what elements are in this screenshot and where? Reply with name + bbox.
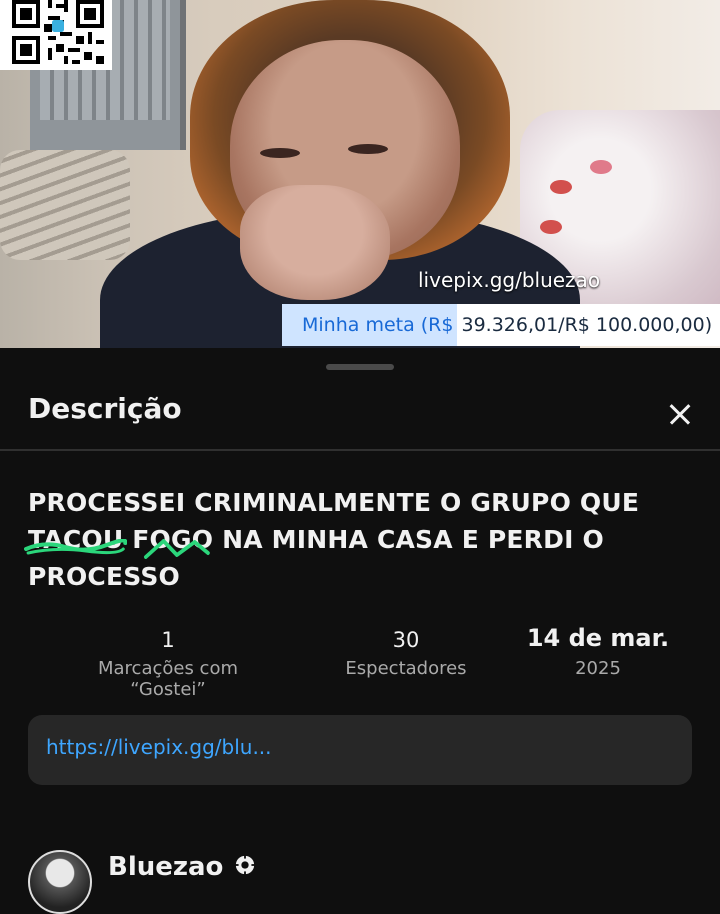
likes-label: Marcações com “Gostei” bbox=[97, 658, 239, 700]
donation-goal-bar: Minha meta (R$ 39.326,01/R$ 100.000,00) bbox=[282, 304, 720, 346]
date-value: 14 de mar. bbox=[526, 624, 670, 652]
struck-word-tacou: TACOU bbox=[24, 525, 128, 555]
description-sheet: Descrição PROCESSEI CRIMINALMENTE O GRUP… bbox=[0, 350, 720, 914]
date-year: 2025 bbox=[575, 658, 621, 679]
description-link[interactable]: https://livepix.gg/blu... bbox=[28, 715, 692, 785]
link-text[interactable]: https://livepix.gg/blu... bbox=[46, 735, 272, 759]
likes-stat: 1 Marcações com “Gostei” bbox=[58, 628, 278, 700]
goal-label: Minha meta (R$ bbox=[282, 304, 458, 346]
streamer-hand bbox=[240, 185, 390, 300]
views-count: 30 bbox=[392, 628, 420, 652]
background-pillow bbox=[0, 150, 130, 260]
struck-word-fogo: FOGO bbox=[132, 525, 213, 559]
livepix-watermark: livepix.gg/bluezao bbox=[418, 268, 601, 292]
channel-row[interactable]: Bluezao bbox=[28, 850, 708, 914]
channel-name[interactable]: Bluezao bbox=[108, 852, 223, 882]
goal-values: 39.326,01/R$ 100.000,00) bbox=[457, 304, 720, 346]
avatar[interactable] bbox=[28, 850, 92, 914]
verified-icon bbox=[234, 854, 256, 876]
close-icon[interactable] bbox=[656, 390, 704, 438]
video-stats: 1 Marcações com “Gostei” 30 Espectadores… bbox=[28, 624, 692, 700]
views-stat: 30 Espectadores bbox=[316, 628, 496, 679]
views-label: Espectadores bbox=[345, 658, 467, 679]
divider bbox=[0, 449, 720, 451]
video-title: PROCESSEI CRIMINALMENTE O GRUPO QUE TACO… bbox=[24, 484, 668, 595]
drag-handle[interactable] bbox=[326, 364, 394, 370]
scribble-mark bbox=[144, 539, 211, 559]
qr-code-icon bbox=[0, 0, 112, 70]
date-stat: 14 de mar. 2025 bbox=[508, 624, 688, 679]
sheet-title: Descrição bbox=[28, 392, 182, 425]
title-line-1: PROCESSEI CRIMINALMENTE O GRUPO QUE bbox=[28, 488, 640, 517]
video-player[interactable]: livepix.gg/bluezao Minha meta (R$ 39.326… bbox=[0, 0, 720, 348]
likes-count: 1 bbox=[161, 628, 175, 652]
scribble-mark bbox=[24, 539, 128, 555]
